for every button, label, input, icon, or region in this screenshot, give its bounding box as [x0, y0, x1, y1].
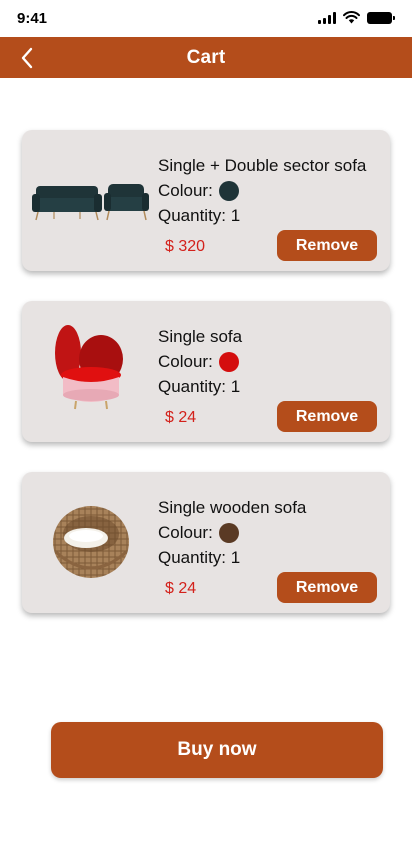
item-quantity: Quantity: 1 — [158, 377, 241, 396]
remove-button[interactable]: Remove — [277, 230, 377, 261]
navy-sofa-set-image — [32, 184, 149, 221]
status-time: 9:41 — [17, 10, 48, 27]
item-colour: Colour: — [158, 181, 239, 201]
remove-button[interactable]: Remove — [277, 401, 377, 432]
remove-button[interactable]: Remove — [277, 572, 377, 603]
chevron-left-icon — [21, 47, 33, 69]
page-title: Cart — [186, 46, 226, 68]
product-image — [30, 315, 152, 427]
cart-item-card: Single wooden sofa Colour: Quantity: 1 $… — [22, 472, 390, 613]
item-name: Single wooden sofa — [158, 498, 307, 517]
colour-label: Colour: — [158, 352, 213, 371]
red-pink-armchair-image — [55, 325, 123, 410]
wifi-icon — [343, 11, 360, 24]
item-price: $ 320 — [165, 238, 206, 255]
product-image — [30, 144, 152, 256]
wicker-egg-chair-image — [53, 506, 129, 578]
item-name: Single sofa — [158, 327, 243, 346]
colour-swatch — [218, 523, 239, 543]
status-icons — [318, 11, 395, 24]
item-colour: Colour: — [158, 352, 239, 372]
battery-icon — [367, 11, 395, 24]
item-colour: Colour: — [158, 523, 239, 543]
back-button[interactable] — [14, 46, 40, 70]
app-header: Cart — [0, 37, 412, 78]
item-name: Single + Double sector sofa — [158, 156, 367, 175]
item-price: $ 24 — [165, 580, 197, 597]
cart-item-card: Single sofa Colour: Quantity: 1 $ 24 Rem… — [22, 301, 390, 442]
item-quantity: Quantity: 1 — [158, 206, 241, 225]
cart-item-card: Single + Double sector sofa Colour: Quan… — [22, 130, 390, 271]
colour-label: Colour: — [158, 181, 213, 200]
product-image — [30, 486, 152, 598]
item-quantity: Quantity: 1 — [158, 548, 241, 567]
status-bar: 9:41 — [0, 0, 412, 37]
cellular-signal-icon — [318, 11, 336, 24]
item-price: $ 24 — [165, 409, 197, 426]
buy-now-button[interactable]: Buy now — [51, 722, 383, 778]
colour-label: Colour: — [158, 523, 213, 542]
colour-swatch — [218, 352, 239, 372]
colour-swatch — [218, 181, 239, 201]
